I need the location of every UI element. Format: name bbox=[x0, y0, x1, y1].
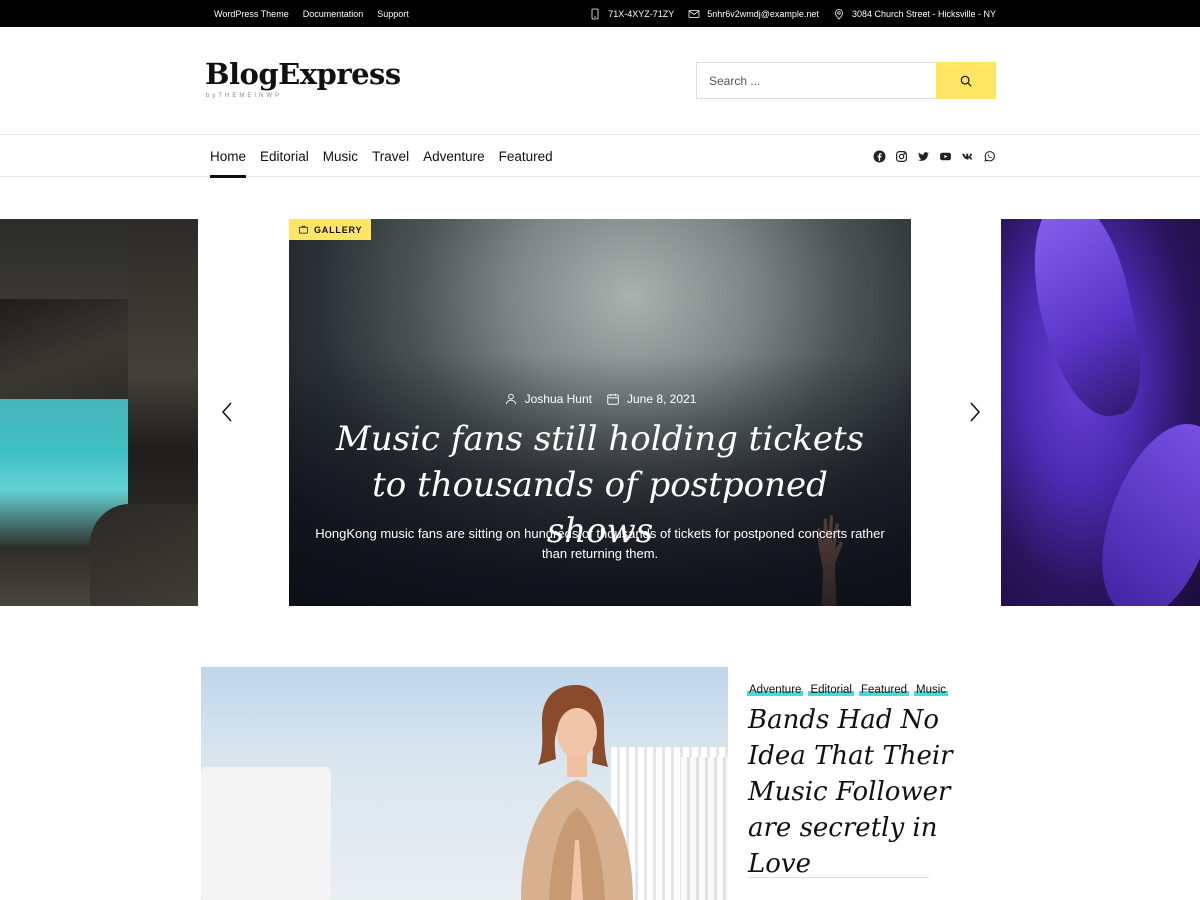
top-link-wordpress-theme[interactable]: WordPress Theme bbox=[214, 9, 289, 19]
contact-phone[interactable]: 71X-4XYZ-71ZY bbox=[589, 8, 674, 20]
phone-icon bbox=[591, 8, 599, 19]
slide-next-preview-image[interactable] bbox=[1001, 219, 1200, 606]
crib-shape bbox=[681, 757, 728, 900]
nav-item-featured[interactable]: Featured bbox=[499, 135, 553, 177]
chevron-right-icon bbox=[970, 402, 981, 422]
main-navigation: Home Editorial Music Travel Adventure Fe… bbox=[0, 135, 1200, 178]
social-links bbox=[873, 135, 996, 177]
nav-item-home[interactable]: Home bbox=[210, 135, 247, 178]
category-link-adventure[interactable]: Adventure bbox=[746, 684, 804, 696]
petal-shape bbox=[1082, 408, 1200, 606]
slide-date[interactable]: June 8, 2021 bbox=[606, 392, 696, 406]
site-header: BlogExpress byTHEMEINWP bbox=[0, 27, 1200, 135]
category-link-editorial[interactable]: Editorial bbox=[808, 684, 854, 696]
nav-item-editorial[interactable]: Editorial bbox=[260, 135, 309, 177]
woman-meditating-graphic bbox=[521, 685, 633, 900]
search-input[interactable] bbox=[696, 62, 936, 99]
slider-next-button[interactable] bbox=[964, 401, 984, 423]
primary-menu: Home Editorial Music Travel Adventure Fe… bbox=[210, 135, 553, 178]
map-pin-icon bbox=[835, 8, 843, 20]
mail-icon bbox=[688, 9, 700, 18]
logo-tagline: byTHEMEINWP bbox=[206, 93, 283, 99]
top-link-documentation[interactable]: Documentation bbox=[303, 9, 364, 19]
user-icon bbox=[505, 393, 516, 405]
nav-item-music[interactable]: Music bbox=[323, 135, 358, 177]
petal-shape bbox=[1019, 219, 1153, 426]
slide-prev-preview-image[interactable] bbox=[0, 219, 198, 606]
category-link-featured[interactable]: Featured bbox=[858, 684, 910, 696]
site-logo[interactable]: BlogExpress bbox=[205, 57, 401, 91]
contact-email[interactable]: 5nhr6v2wmdj@example.net bbox=[688, 8, 819, 20]
post-date: June 8, 2021 bbox=[626, 392, 697, 406]
instagram-icon[interactable] bbox=[895, 150, 908, 163]
nav-item-travel[interactable]: Travel bbox=[372, 135, 409, 177]
slide-excerpt: HongKong music fans are sitting on hundr… bbox=[315, 526, 885, 561]
contact-address: 3084 Church Street - Hicksville - NY bbox=[833, 8, 996, 20]
top-links: WordPress Theme Documentation Support bbox=[214, 0, 409, 27]
slide-author[interactable]: Joshua Hunt bbox=[504, 392, 592, 406]
facebook-icon[interactable] bbox=[873, 150, 886, 163]
nav-item-adventure[interactable]: Adventure bbox=[423, 135, 485, 177]
briefcase-icon bbox=[299, 225, 308, 234]
category-link-music[interactable]: Music bbox=[914, 684, 949, 696]
slider-prev-button[interactable] bbox=[218, 401, 238, 423]
category-badge[interactable]: GALLERY bbox=[289, 219, 372, 240]
category-badge-label: GALLERY bbox=[314, 224, 363, 235]
contact-info: 71X-4XYZ-71ZY 5nhr6v2wmdj@example.net 30… bbox=[589, 0, 996, 27]
search-button[interactable] bbox=[936, 62, 996, 99]
calendar-icon bbox=[607, 393, 619, 405]
phone-text: 71X-4XYZ-71ZY bbox=[608, 8, 675, 19]
author-name: Joshua Hunt bbox=[524, 392, 592, 406]
post-featured-image[interactable] bbox=[201, 667, 728, 900]
post-title[interactable]: Bands Had No Idea That Their Music Follo… bbox=[748, 702, 998, 882]
top-bar: WordPress Theme Documentation Support 71… bbox=[0, 0, 1200, 27]
whatsapp-icon[interactable] bbox=[983, 150, 996, 163]
chevron-left-icon bbox=[221, 402, 232, 422]
top-link-support[interactable]: Support bbox=[377, 9, 409, 19]
search-icon bbox=[960, 75, 972, 87]
bed-shape bbox=[201, 767, 331, 900]
rock-shape bbox=[90, 504, 198, 606]
twitter-icon[interactable] bbox=[917, 150, 930, 163]
slide-meta: Joshua Hunt June 8, 2021 bbox=[289, 392, 911, 406]
vk-icon[interactable] bbox=[961, 150, 974, 163]
divider bbox=[749, 877, 929, 878]
email-text: 5nhr6v2wmdj@example.net bbox=[707, 8, 819, 19]
search-form bbox=[696, 62, 996, 99]
youtube-icon[interactable] bbox=[939, 150, 952, 163]
address-text: 3084 Church Street - Hicksville - NY bbox=[851, 8, 996, 19]
post-categories: Adventure Editorial Featured Music bbox=[746, 684, 949, 696]
